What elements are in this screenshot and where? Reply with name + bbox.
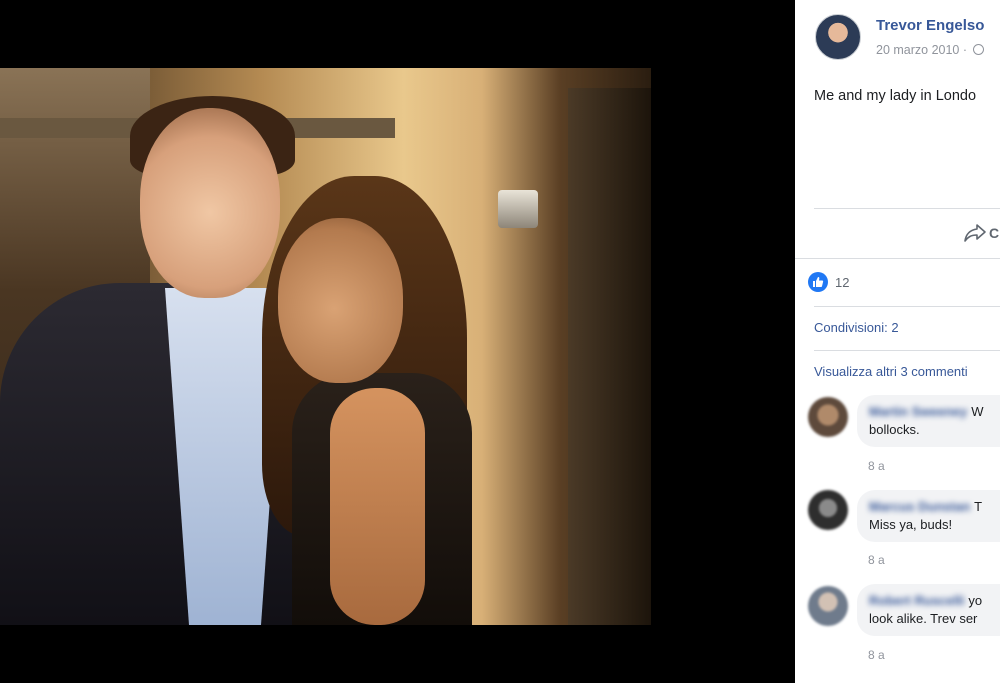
post-header: Trevor Engelso 20 marzo 2010 · xyxy=(795,0,1000,80)
view-more-comments-link[interactable]: Visualizza altri 3 commenti xyxy=(814,364,968,379)
share-button[interactable]: C xyxy=(963,220,1000,246)
photo-viewer xyxy=(0,0,795,683)
share-label: C xyxy=(989,225,1000,241)
comment-bubble: Marcus Dunstan T Miss ya, buds! xyxy=(857,490,1000,542)
comment-text: Miss ya, buds! xyxy=(869,517,953,532)
photo-man-face xyxy=(140,108,280,298)
reactions-summary[interactable]: 12 xyxy=(808,272,849,292)
post-caption: Me and my lady in Londo xyxy=(814,88,977,104)
actions-divider xyxy=(814,208,1000,209)
comment-time[interactable]: 8 a xyxy=(868,459,885,473)
commenter-avatar[interactable] xyxy=(808,397,848,437)
commenter-name[interactable]: Marcus Dunstan xyxy=(869,498,970,516)
commenter-avatar[interactable] xyxy=(808,490,848,530)
comment-item: Marcus Dunstan T Miss ya, buds! 8 a xyxy=(795,490,1000,580)
photo-door-handle xyxy=(498,190,538,228)
post-photo[interactable] xyxy=(0,68,651,625)
comment-bubble: Martin Sweeney W bollocks. xyxy=(857,395,1000,447)
comment-item: Martin Sweeney W bollocks. 8 a xyxy=(795,395,1000,485)
comment-text: bollocks. xyxy=(869,422,920,437)
comment-time[interactable]: 8 a xyxy=(868,648,885,662)
share-icon xyxy=(964,224,986,242)
commenter-name[interactable]: Martin Sweeney xyxy=(869,403,967,421)
shares-divider xyxy=(814,350,1000,351)
comment-text-start: T xyxy=(974,499,983,514)
like-count: 12 xyxy=(835,274,850,290)
photo-woman-face xyxy=(278,218,403,383)
comment-text-start: yo xyxy=(968,593,983,608)
comment-text-start: W xyxy=(971,404,984,419)
comment-bubble: Robert Ruscelli yo look alike. Trev ser xyxy=(857,584,1000,636)
author-avatar[interactable] xyxy=(815,14,861,60)
commenter-avatar[interactable] xyxy=(808,586,848,626)
shares-link[interactable]: Condivisioni: 2 xyxy=(814,320,899,335)
like-icon xyxy=(808,272,828,292)
panel-divider xyxy=(795,258,1000,259)
reactions-divider xyxy=(814,306,1000,307)
commenter-name[interactable]: Robert Ruscelli xyxy=(869,592,964,610)
comment-time[interactable]: 8 a xyxy=(868,553,885,567)
comment-text: look alike. Trev ser xyxy=(869,611,978,626)
globe-icon xyxy=(972,44,984,55)
post-side-panel: Trevor Engelso 20 marzo 2010 · Me and my… xyxy=(795,0,1000,683)
post-date[interactable]: 20 marzo 2010 · xyxy=(876,43,967,57)
comment-item: Robert Ruscelli yo look alike. Trev ser 8… xyxy=(795,584,1000,674)
photo-door xyxy=(568,88,651,625)
author-name-link[interactable]: Trevor Engelso xyxy=(876,17,984,34)
photo-woman-arm xyxy=(330,388,425,625)
post-meta: 20 marzo 2010 · xyxy=(876,43,984,57)
